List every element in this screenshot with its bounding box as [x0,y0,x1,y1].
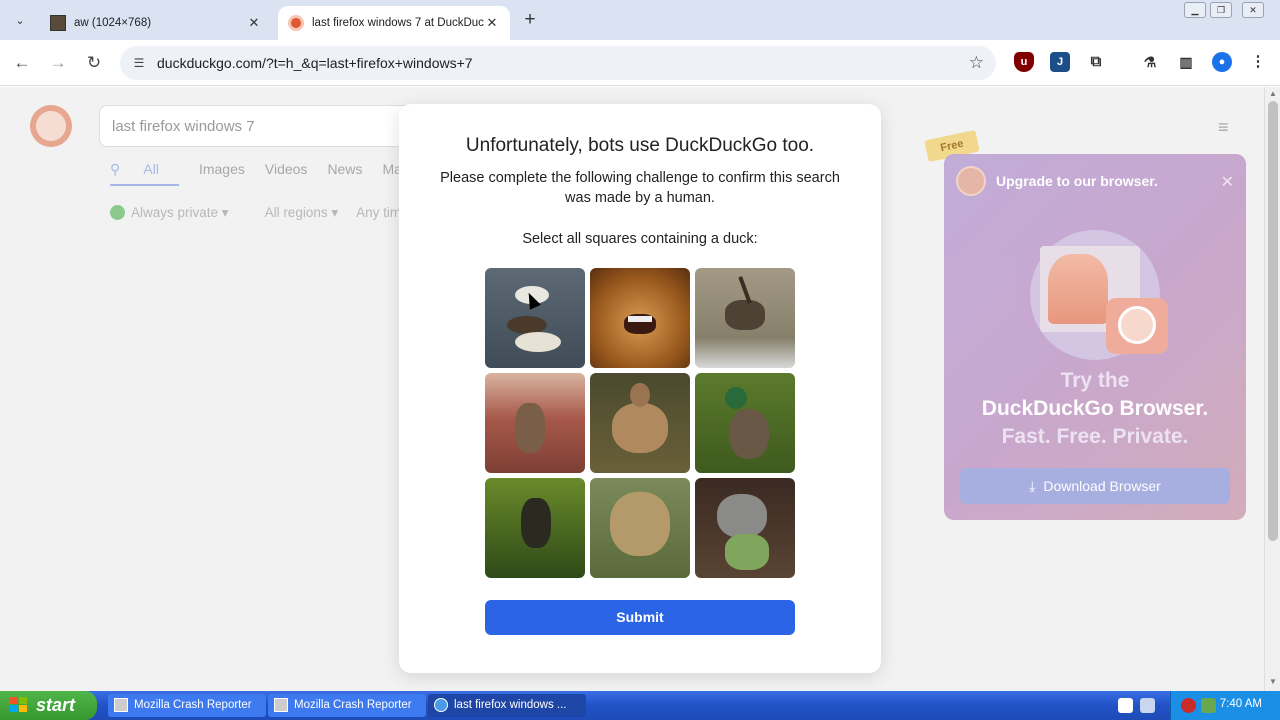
duckduckgo-favicon-icon [288,15,304,31]
ublock-icon[interactable]: u [1014,52,1034,72]
star-icon[interactable]: ☆ [969,53,984,73]
search-icon: ⚲ [110,161,121,177]
search-input[interactable]: last firefox windows 7 [99,105,419,147]
scroll-down-icon[interactable]: ▼ [1265,677,1280,686]
captcha-cell-monkey-wall[interactable] [485,373,585,473]
search-filters: Always private ▾ All regions ▾ Any tim [110,205,419,221]
address-bar[interactable]: ☰ duckduckgo.com/?t=h_&q=last+firefox+wi… [120,46,996,80]
close-tab-icon[interactable]: ✕ [246,15,262,31]
captcha-cell-ducks-swimming[interactable] [485,268,585,368]
site-settings-icon[interactable]: ☰ [130,54,148,72]
check-icon [110,205,125,220]
duck-app-icon [1106,298,1168,354]
windows-flag-icon [10,697,28,713]
captcha-cell-ibex[interactable] [695,268,795,368]
tab-strip: ⌄ aw (1024×768) ✕ last firefox windows 7… [0,0,1280,40]
scrollbar-thumb[interactable] [1268,101,1278,541]
bot-challenge-modal: Unfortunately, bots use DuckDuckGo too. … [399,104,881,673]
search-query: last firefox windows 7 [112,118,255,135]
help-icon[interactable] [1118,698,1133,713]
captcha-cell-lion-resting[interactable] [590,478,690,578]
shield-icon[interactable] [1181,698,1196,713]
tab-images[interactable]: Images [199,161,245,186]
tab-title: last firefox windows 7 at DuckDuckGo [312,17,484,29]
tab-aw[interactable]: aw (1024×768) ✕ [40,6,272,40]
labs-icon[interactable]: ⚗ [1140,52,1160,72]
restore-button[interactable]: ❐ [1210,2,1232,18]
hamburger-menu-icon[interactable]: ≡ [1218,117,1234,138]
captcha-cell-lion-roaring[interactable] [590,268,690,368]
reload-icon[interactable]: ↻ [83,52,105,74]
scroll-up-icon[interactable]: ▲ [1265,89,1280,98]
upsell-line-3: Fast. Free. Private. [1001,425,1189,448]
upsell-line-1: Try the [1060,369,1130,392]
duckduckgo-logo-icon [956,166,986,196]
url-text[interactable]: duckduckgo.com/?t=h_&q=last+firefox+wind… [157,55,473,71]
tab-videos[interactable]: Videos [265,161,308,186]
taskbar-item-active[interactable]: last firefox windows ... [428,694,586,717]
browser-toolbar: ← → ↻ ☰ duckduckgo.com/?t=h_&q=last+fire… [0,40,1280,86]
volume-icon[interactable] [1201,698,1216,713]
extensions-icon[interactable]: ⧉ [1086,52,1106,72]
extension-j-icon[interactable]: J [1050,52,1070,72]
screen: ⌄ aw (1024×768) ✕ last firefox windows 7… [0,0,1280,720]
download-icon: ⤓ [1029,478,1036,494]
tab-duckduckgo[interactable]: last firefox windows 7 at DuckDuckGo ✕ [278,6,510,40]
clock[interactable]: 7:40 AM [1220,698,1262,710]
start-label: start [36,695,76,715]
modal-title: Unfortunately, bots use DuckDuckGo too. [465,135,815,156]
taskbar-item[interactable]: Mozilla Crash Reporter [108,694,266,717]
upsell-line-2: DuckDuckGo Browser. [981,397,1209,420]
tab-news[interactable]: News [327,161,362,186]
captcha-cell-mallard[interactable] [695,373,795,473]
menu-dots-icon[interactable]: ⋮ [1248,52,1268,72]
sidepanel-icon[interactable]: ▥ [1176,52,1196,72]
upsell-header: Upgrade to our browser. [996,173,1158,189]
page-content: last firefox windows 7 ⚲ All Images Vide… [0,87,1280,691]
profile-icon[interactable]: ● [1212,52,1232,72]
captcha-cell-monkey-tree[interactable] [485,478,585,578]
minimize-button[interactable]: ▁ [1184,2,1206,18]
tab-search-icon[interactable]: ⌄ [8,8,32,32]
captcha-cell-duck-standing[interactable] [590,373,690,473]
close-tab-icon[interactable]: ✕ [484,15,500,31]
duckduckgo-logo[interactable] [30,105,72,147]
app-icon [114,698,128,712]
taskbar-item[interactable]: Mozilla Crash Reporter [268,694,426,717]
submit-button[interactable]: Submit [485,600,795,635]
forward-icon[interactable]: → [47,52,69,74]
tab-all[interactable]: ⚲ All [110,161,179,186]
scrollbar[interactable]: ▲ ▼ [1264,87,1280,691]
taskbar: start Mozilla Crash Reporter Mozilla Cra… [0,691,1280,720]
new-tab-button[interactable]: + [518,9,542,31]
captcha-cell-koala[interactable] [695,478,795,578]
filter-region[interactable]: All regions ▾ [265,205,339,221]
browser-upsell-panel: Upgrade to our browser. ✕ Try the DuckDu… [944,154,1246,520]
chrome-icon [434,698,448,712]
download-browser-button[interactable]: ⤓ Download Browser [960,468,1230,504]
filter-private[interactable]: Always private ▾ [110,205,247,221]
close-icon[interactable]: ✕ [1221,172,1234,192]
captcha-grid [485,268,795,578]
flame-icon [1048,254,1108,324]
network-icon[interactable] [1140,698,1155,713]
start-button[interactable]: start [0,691,97,720]
modal-subtitle: Please complete the following challenge … [440,170,840,206]
app-icon [274,698,288,712]
image-favicon-icon [50,15,66,31]
tab-title: aw (1024×768) [74,17,152,29]
system-tray: 7:40 AM [1170,691,1280,720]
filter-time[interactable]: Any tim [356,205,401,221]
back-icon[interactable]: ← [11,52,33,74]
modal-instruction: Select all squares containing a duck: [522,231,758,247]
close-window-button[interactable]: ✕ [1242,2,1264,18]
